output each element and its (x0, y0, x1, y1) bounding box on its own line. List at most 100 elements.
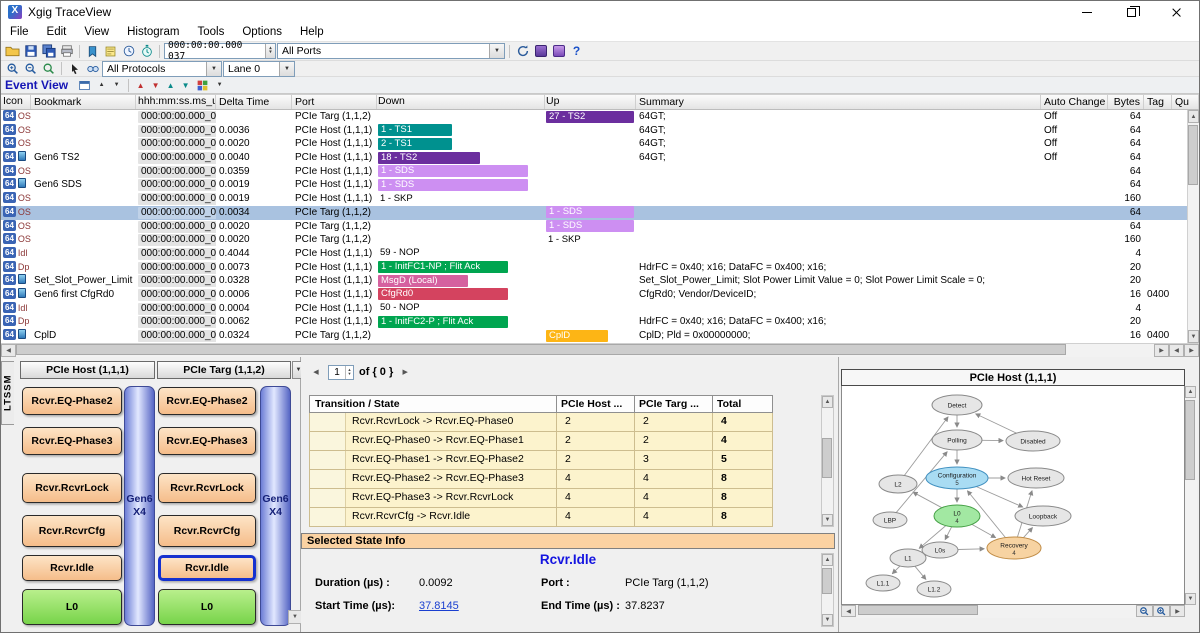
ltssm-state-targ-rcvr-rcvrlock[interactable]: Rcvr.RcvrLock (158, 473, 256, 503)
spin-down-icon[interactable]: ▼ (269, 51, 272, 55)
transition-row[interactable]: Rcvr.RcvrCfg -> Rcvr.Idle448 (309, 508, 773, 527)
ltssm-node-detect[interactable]: Detect (932, 395, 982, 415)
trace-row[interactable]: 64Gen6 SDS000:00:00.000_0370.0019PCIe Ho… (1, 178, 1199, 192)
trace-row[interactable]: 64OS000:00:00.000_0370.0019PCIe Host (1,… (1, 192, 1199, 206)
scroll-thumb[interactable] (822, 568, 832, 594)
transition-row[interactable]: Rcvr.EQ-Phase1 -> Rcvr.EQ-Phase2235 (309, 451, 773, 470)
ltssm-tab[interactable]: LTSSM (1, 361, 14, 425)
diagram-zoom-out-icon[interactable] (1136, 605, 1153, 617)
help-icon[interactable]: ? (568, 43, 585, 59)
v-scroll-thumb[interactable] (1188, 125, 1198, 185)
ltssm-targ-header[interactable]: PCIe Targ (1,1,2) (157, 361, 291, 379)
clock-icon[interactable] (120, 43, 137, 59)
ltssm-state-host-rcvr-rcvrcfg[interactable]: Rcvr.RcvrCfg (22, 515, 122, 547)
transition-row[interactable]: Rcvr.EQ-Phase0 -> Rcvr.EQ-Phase1224 (309, 432, 773, 451)
trace-row[interactable]: 64Set_Slot_Power_Limit000:00:00.000_0380… (1, 274, 1199, 288)
column-header-hhh-mm-ss-ms-us[interactable]: hhh:mm:ss.ms_us (136, 95, 216, 109)
pane-next-icon[interactable]: ▶ (1184, 344, 1199, 357)
menu-file[interactable]: File (1, 24, 38, 40)
save-all-icon[interactable] (40, 43, 57, 59)
ltssm-state-host-rcvr-eq-phase3[interactable]: Rcvr.EQ-Phase3 (22, 427, 122, 455)
ltssm-state-targ-rcvr-eq-phase3[interactable]: Rcvr.EQ-Phase3 (158, 427, 256, 455)
page-spinner[interactable]: 1 ▲▼ (328, 365, 354, 380)
h-scroll-track[interactable] (16, 344, 1154, 357)
ltssm-state-host-rcvr-idle[interactable]: Rcvr.Idle (22, 555, 122, 581)
trace-row[interactable]: 64OS000:00:00.000_0370.0020PCIe Host (1,… (1, 137, 1199, 151)
scroll-down-icon[interactable]: ▼ (822, 614, 833, 626)
transition-scrollbar[interactable]: ▲ ▼ (821, 395, 834, 527)
column-header-port[interactable]: Port (292, 95, 377, 109)
scroll-down-icon[interactable]: ▼ (822, 514, 833, 526)
column-header-summary[interactable]: Summary (636, 95, 1041, 109)
trace-row[interactable]: 64OS000:00:00.000_0370.0020PCIe Targ (1,… (1, 233, 1199, 247)
ltssm-state-host-rcvr-eq-phase2[interactable]: Rcvr.EQ-Phase2 (22, 387, 122, 415)
ltssm-state-targ-rcvr-eq-phase2[interactable]: Rcvr.EQ-Phase2 (158, 387, 256, 415)
column-header-delta-time[interactable]: Delta Time (216, 95, 292, 109)
transition-row[interactable]: Rcvr.EQ-Phase2 -> Rcvr.EQ-Phase3448 (309, 470, 773, 489)
ltssm-state-targ-l0[interactable]: L0 (158, 589, 256, 625)
ltssm-host-header[interactable]: PCIe Host (1,1,1) (20, 361, 155, 379)
prev-trigger-icon[interactable]: ▲ (164, 77, 177, 93)
next-trigger-icon[interactable]: ▼ (179, 77, 192, 93)
trace-row[interactable]: 64OS000:00:00.000_0370.0036PCIe Host (1,… (1, 124, 1199, 138)
transition-row[interactable]: Rcvr.EQ-Phase3 -> Rcvr.RcvrLock448 (309, 489, 773, 508)
color-filter-icon[interactable] (194, 77, 211, 93)
ports-dropdown[interactable]: All Ports ▼ (277, 43, 505, 59)
detach-view-icon[interactable] (76, 77, 93, 93)
scroll-up-icon[interactable]: ▲ (822, 554, 833, 566)
column-header-down[interactable]: Down (377, 95, 545, 109)
info-scrollbar[interactable]: ▲ ▼ (821, 553, 834, 627)
scroll-track[interactable] (1185, 398, 1197, 593)
v-scroll-track[interactable] (1188, 123, 1199, 330)
menu-tools[interactable]: Tools (188, 24, 233, 40)
ltssm-node-l2[interactable]: L2 (879, 475, 917, 493)
collapse-view-icon[interactable]: ▲ (95, 77, 108, 93)
ltssm-node-loopback[interactable]: Loopback (1015, 506, 1071, 526)
scroll-left-icon[interactable]: ◀ (841, 605, 856, 617)
diagram-port-header[interactable]: PCIe Host (1,1,1) (841, 369, 1185, 386)
find-icon[interactable] (84, 61, 101, 77)
scroll-right-icon[interactable]: ▶ (1154, 344, 1169, 357)
ltssm-state-targ-rcvr-idle[interactable]: Rcvr.Idle (158, 555, 256, 581)
menu-histogram[interactable]: Histogram (118, 24, 188, 40)
open-icon[interactable] (4, 43, 21, 59)
close-button[interactable] (1154, 1, 1199, 23)
ltssm-node-lbp[interactable]: LBP (873, 512, 907, 528)
column-header-qu[interactable]: Qu (1172, 95, 1199, 109)
page-spin-arrows[interactable]: ▲▼ (345, 366, 353, 379)
ltssm-diagram-canvas[interactable]: DetectPollingDisabledConfiguration5Hot R… (841, 386, 1185, 605)
pane-prev-icon[interactable]: ◀ (1169, 344, 1184, 357)
zoom-out-icon[interactable] (22, 61, 39, 77)
trace-row[interactable]: 64Dp000:00:00.000_0380.0073PCIe Host (1,… (1, 261, 1199, 275)
ltssm-node-l1[interactable]: L1 (890, 549, 926, 567)
lane-dropdown[interactable]: Lane 0 ▼ (223, 61, 295, 77)
ltssm-scroll-down-icon[interactable]: ▼ (288, 610, 302, 624)
diagram-zoom-in-icon[interactable] (1153, 605, 1170, 617)
scroll-right-icon[interactable]: ▶ (1170, 605, 1185, 617)
trace-row[interactable]: 64Gen6 TS2000:00:00.000_0370.0040PCIe Ho… (1, 151, 1199, 165)
minimize-button[interactable] (1064, 1, 1109, 23)
trace-row[interactable]: 64OS000:00:00.000_037PCIe Targ (1,1,2)27… (1, 110, 1199, 124)
stopwatch-icon[interactable] (138, 43, 155, 59)
ltssm-node-hot-reset[interactable]: Hot Reset (1008, 468, 1064, 488)
pointer-icon[interactable] (66, 61, 83, 77)
scroll-track[interactable] (822, 566, 833, 614)
trace-row[interactable]: 64Idl000:00:00.000_0380.4044PCIe Host (1… (1, 247, 1199, 261)
time-spinner[interactable]: ▲▼ (265, 44, 275, 58)
scroll-thumb[interactable] (822, 438, 832, 478)
ltssm-state-targ-rcvr-rcvrcfg[interactable]: Rcvr.RcvrCfg (158, 515, 256, 547)
column-header-auto-change[interactable]: Auto Change (1041, 95, 1108, 109)
menu-view[interactable]: View (75, 24, 118, 40)
column-header-bookmark[interactable]: Bookmark (31, 95, 136, 109)
ltssm-node-l1-1[interactable]: L1.1 (866, 575, 900, 591)
note-icon[interactable] (102, 43, 119, 59)
scroll-up-icon[interactable]: ▲ (1185, 386, 1196, 398)
trace-row[interactable]: 64OS000:00:00.000_0370.0034PCIe Targ (1,… (1, 206, 1199, 220)
column-header-bytes[interactable]: Bytes (1108, 95, 1144, 109)
filter-dropdown-icon[interactable]: ▼ (213, 77, 226, 93)
scroll-left-icon[interactable]: ◀ (1, 344, 16, 357)
trace-row[interactable]: 64OS000:00:00.000_0370.0020PCIe Targ (1,… (1, 220, 1199, 234)
transition-row[interactable]: Rcvr.RcvrLock -> Rcvr.EQ-Phase0224 (309, 413, 773, 432)
menu-options[interactable]: Options (233, 24, 291, 40)
transition-col-header-0[interactable]: Transition / State (309, 395, 557, 413)
